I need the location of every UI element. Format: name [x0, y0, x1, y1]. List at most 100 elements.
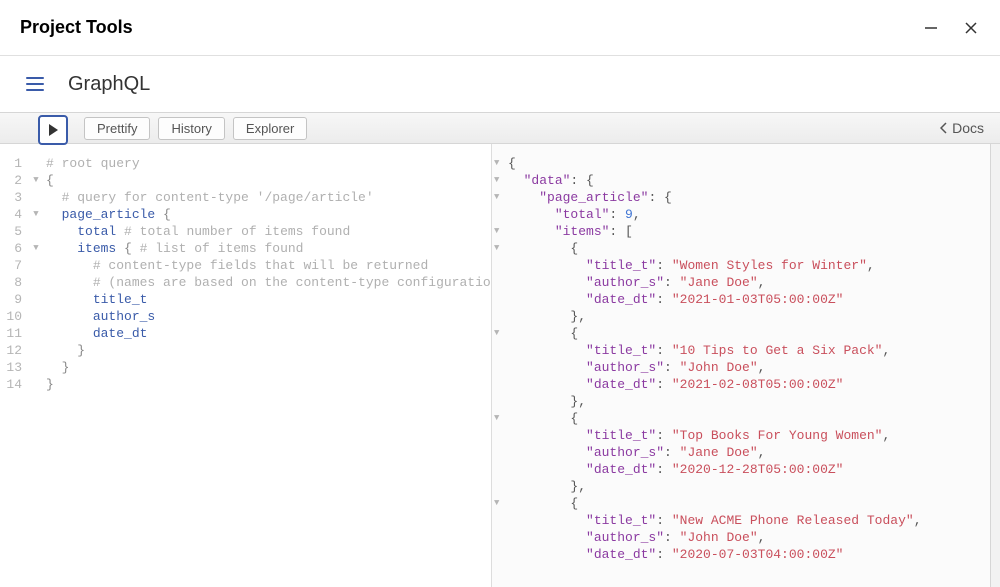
prettify-button[interactable]: Prettify [84, 117, 150, 140]
code-line[interactable]: date_dt [46, 325, 487, 342]
line-number: 13 [0, 359, 22, 376]
fold-toggle-icon[interactable]: ▼ [494, 325, 504, 342]
hamburger-menu-button[interactable] [26, 77, 44, 91]
docs-label: Docs [952, 120, 984, 136]
result-line: }, [508, 308, 986, 325]
result-fold-gutter[interactable]: ▼▼▼▼▼▼▼▼ [492, 144, 504, 587]
result-line: "title_t": "10 Tips to Get a Six Pack", [508, 342, 986, 359]
fold-toggle-icon [30, 308, 42, 325]
code-line[interactable]: # content-type fields that will be retur… [46, 257, 487, 274]
editor-panes: 1234567891011121314 ▼▼▼ # root query{ # … [0, 144, 1000, 587]
app-header: GraphQL [0, 56, 1000, 112]
fold-toggle-icon [30, 376, 42, 393]
query-editor[interactable]: 1234567891011121314 ▼▼▼ # root query{ # … [0, 144, 492, 587]
line-number: 2 [0, 172, 22, 189]
result-line: "author_s": "Jane Doe", [508, 444, 986, 461]
result-line: }, [508, 478, 986, 495]
result-line: "page_article": { [508, 189, 986, 206]
code-line[interactable]: } [46, 342, 487, 359]
fold-toggle-icon [30, 325, 42, 342]
fold-toggle-icon [494, 206, 504, 223]
result-viewer[interactable]: ▼▼▼▼▼▼▼▼ { "data": { "page_article": { "… [492, 144, 991, 587]
fold-toggle-icon[interactable]: ▼ [30, 172, 42, 189]
line-number: 8 [0, 274, 22, 291]
code-line[interactable]: } [46, 359, 487, 376]
result-line: "author_s": "John Doe", [508, 529, 986, 546]
code-line[interactable]: author_s [46, 308, 487, 325]
execute-query-button[interactable] [38, 115, 68, 145]
result-line: "items": [ [508, 223, 986, 240]
line-number: 9 [0, 291, 22, 308]
line-number-gutter: 1234567891011121314 [0, 144, 30, 587]
result-line: "title_t": "Women Styles for Winter", [508, 257, 986, 274]
fold-toggle-icon[interactable]: ▼ [494, 495, 504, 512]
code-line[interactable]: # (names are based on the content-type c… [46, 274, 487, 291]
line-number: 1 [0, 155, 22, 172]
code-line[interactable]: title_t [46, 291, 487, 308]
graphiql-toolbar: Prettify History Explorer Docs [0, 112, 1000, 144]
fold-toggle-icon [494, 529, 504, 546]
result-line: { [508, 240, 986, 257]
line-number: 10 [0, 308, 22, 325]
code-line[interactable]: { [46, 172, 487, 189]
fold-toggle-icon [494, 512, 504, 529]
page-title: GraphQL [68, 73, 150, 96]
fold-toggle-icon [30, 274, 42, 291]
fold-toggle-icon[interactable]: ▼ [494, 189, 504, 206]
fold-toggle-icon [30, 223, 42, 240]
explorer-button[interactable]: Explorer [233, 117, 307, 140]
fold-toggle-icon [30, 189, 42, 206]
fold-toggle-icon[interactable]: ▼ [494, 172, 504, 189]
result-line: "date_dt": "2020-07-03T04:00:00Z" [508, 546, 986, 563]
minimize-button[interactable] [922, 19, 940, 37]
line-number: 14 [0, 376, 22, 393]
line-number: 3 [0, 189, 22, 206]
result-line: "total": 9, [508, 206, 986, 223]
code-line[interactable]: page_article { [46, 206, 487, 223]
result-line: "date_dt": "2020-12-28T05:00:00Z" [508, 461, 986, 478]
code-line[interactable]: # query for content-type '/page/article' [46, 189, 487, 206]
fold-toggle-icon[interactable]: ▼ [494, 410, 504, 427]
fold-toggle-icon[interactable]: ▼ [494, 223, 504, 240]
fold-toggle-icon[interactable]: ▼ [494, 155, 504, 172]
line-number: 7 [0, 257, 22, 274]
result-line: { [508, 410, 986, 427]
fold-toggle-icon [494, 546, 504, 563]
fold-toggle-icon [30, 342, 42, 359]
vertical-scrollbar[interactable] [991, 144, 1000, 587]
code-line[interactable]: total # total number of items found [46, 223, 487, 240]
fold-toggle-icon [494, 291, 504, 308]
history-button[interactable]: History [158, 117, 224, 140]
fold-toggle-icon [494, 274, 504, 291]
fold-toggle-icon[interactable]: ▼ [30, 206, 42, 223]
code-line[interactable]: # root query [46, 155, 487, 172]
fold-toggle-icon[interactable]: ▼ [494, 240, 504, 257]
result-line: { [508, 495, 986, 512]
result-line: "title_t": "Top Books For Young Women", [508, 427, 986, 444]
fold-gutter[interactable]: ▼ ▼ ▼ [30, 144, 42, 587]
fold-toggle-icon [494, 393, 504, 410]
fold-toggle-icon [494, 444, 504, 461]
fold-toggle-icon [30, 291, 42, 308]
fold-toggle-icon [494, 478, 504, 495]
docs-button[interactable]: Docs [932, 116, 992, 140]
result-line: "date_dt": "2021-02-08T05:00:00Z" [508, 376, 986, 393]
chevron-left-icon [940, 122, 948, 134]
code-line[interactable]: items { # list of items found [46, 240, 487, 257]
result-line: { [508, 155, 986, 172]
fold-toggle-icon[interactable]: ▼ [30, 240, 42, 257]
code-line[interactable]: } [46, 376, 487, 393]
result-line: }, [508, 393, 986, 410]
result-line: { [508, 325, 986, 342]
result-line: "author_s": "John Doe", [508, 359, 986, 376]
query-code[interactable]: # root query{ # query for content-type '… [42, 144, 491, 587]
fold-toggle-icon [30, 257, 42, 274]
line-number: 11 [0, 325, 22, 342]
result-line: "title_t": "New ACME Phone Released Toda… [508, 512, 986, 529]
fold-toggle-icon [30, 155, 42, 172]
close-button[interactable] [962, 19, 980, 37]
fold-toggle-icon [494, 427, 504, 444]
window-title: Project Tools [20, 17, 133, 38]
result-code: { "data": { "page_article": { "total": 9… [504, 144, 990, 587]
result-line: "date_dt": "2021-01-03T05:00:00Z" [508, 291, 986, 308]
